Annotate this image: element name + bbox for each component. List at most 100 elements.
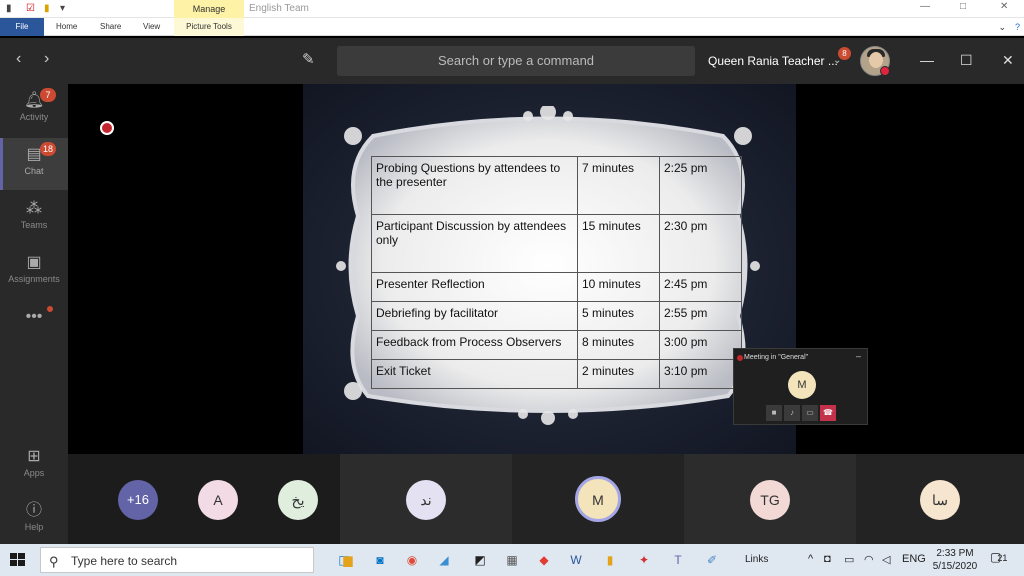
acrobat-icon[interactable]: ✦ [634,550,654,570]
rail-item-chat[interactable]: ▤ Chat 18 [0,138,68,190]
notes-icon[interactable]: ◩ [470,550,490,570]
activity-cell: Feedback from Process Observers [371,330,578,360]
meeting-mini-window[interactable]: Meeting in "General" – M ■ ♪ ▭ ☎ [733,348,868,425]
participant-avatar[interactable]: A [198,480,238,520]
chat-badge: 18 [40,142,57,156]
app-tray-icon[interactable]: ◘ [824,553,831,565]
app-rail: 🔔︎ Activity 7 ▤ Chat 18 ⁂ Teams ▣ Assign… [0,84,68,544]
activity-cell: Debriefing by facilitator [371,301,578,331]
minimize-icon[interactable]: — [920,52,934,68]
teams-icon[interactable]: T [668,550,688,570]
maximize-icon[interactable]: □ [960,1,966,12]
notifications-icon[interactable]: ▢21 [990,550,1007,564]
help-question-icon[interactable]: ? [1015,22,1020,32]
clock-date: 5/15/2020 [932,561,978,572]
customize-quick-access-icon[interactable]: ▾ [60,3,65,14]
camera-icon[interactable]: ■ [766,405,782,421]
participant-strip: +16 A يخ ند M TG سا [68,454,1024,544]
share-screen-icon[interactable]: ▭ [802,405,818,421]
rail-label: Help [24,522,44,532]
org-notification-badge: 8 [838,47,851,60]
battery-icon[interactable]: ▭ [844,553,854,566]
clock-time: 2:33 PM [936,548,974,559]
search-input[interactable]: Search or type a command [337,46,695,76]
table-row: Probing Questions by attendees to the pr… [371,156,742,215]
activity-cell: Probing Questions by attendees to the pr… [371,156,578,215]
schedule-table: Probing Questions by attendees to the pr… [371,156,742,389]
tab-view[interactable]: View [143,22,160,31]
maximize-icon[interactable]: ☐ [960,52,973,69]
recording-icon [737,355,743,361]
rail-item-more[interactable]: ••• [0,300,68,330]
tab-share[interactable]: Share [100,22,121,31]
rail-label: Chat [24,166,44,176]
duration-cell: 2 minutes [577,359,660,389]
system-clock[interactable]: 2:33 PM 5/15/2020 [930,547,980,573]
more-participants-button[interactable]: +16 [118,480,158,520]
rail-item-activity[interactable]: 🔔︎ Activity 7 [0,84,68,136]
compose-icon[interactable]: ✎ [302,50,315,68]
properties-icon[interactable]: ☑ [26,3,35,14]
more-notification-dot [47,306,53,312]
rail-item-teams[interactable]: ⁂ Teams [0,192,68,244]
rail-item-assignments[interactable]: ▣ Assignments [0,246,68,298]
recording-icon [100,121,114,135]
outlook-icon[interactable]: ◙ [370,550,390,570]
links-toolbar[interactable]: Links [745,554,768,565]
rail-item-help[interactable]: ⓘ Help [0,494,68,546]
folder-icon[interactable]: ▮ [600,550,620,570]
app-icon[interactable]: ✐ [702,550,722,570]
participant-avatar[interactable]: يخ [278,480,318,520]
rail-item-apps[interactable]: ⊞ Apps [0,440,68,492]
input-language[interactable]: ENG [902,553,926,565]
avatar-face [869,52,883,68]
chevron-down-icon[interactable]: ⌄ [998,22,1006,33]
taskbar-search-input[interactable]: ⚲ Type here to search [40,547,314,573]
volume-icon[interactable]: ◁ [882,553,890,566]
chrome-icon[interactable]: ◉ [402,550,422,570]
manage-tab[interactable]: Manage [174,0,244,18]
apps-icon: ⊞ [27,448,41,465]
hang-up-icon[interactable]: ☎ [820,405,836,421]
participant-tile[interactable]: سا [856,454,1024,544]
participant-tile-group: +16 A يخ [68,454,340,544]
tab-picture-tools[interactable]: Picture Tools [174,18,244,36]
org-name[interactable]: Queen Rania Teacher ... [708,54,838,68]
wifi-icon[interactable]: ◠ [864,553,874,566]
minimize-icon[interactable]: — [920,1,930,12]
new-folder-icon[interactable]: ▮ [44,3,50,14]
app-icon[interactable]: ◢ [434,550,454,570]
tab-file[interactable]: File [0,18,44,36]
minimize-icon[interactable]: – [856,351,861,361]
close-icon[interactable]: ✕ [1000,1,1008,12]
activity-cell: Exit Ticket [371,359,578,389]
back-arrow-icon[interactable]: ‹ [16,50,21,68]
duration-cell: 7 minutes [577,156,660,215]
app-icon[interactable]: ◆ [534,550,554,570]
time-cell: 2:45 pm [659,272,742,302]
calculator-icon[interactable]: ▦ [502,550,522,570]
participant-tile[interactable]: ند [340,454,512,544]
duration-cell: 15 minutes [577,214,660,273]
activity-cell: Participant Discussion by attendees only [371,214,578,273]
chevron-up-icon[interactable]: ^ [808,553,813,565]
time-cell: 2:30 pm [659,214,742,273]
close-icon[interactable]: ✕ [1002,52,1014,69]
tab-home[interactable]: Home [56,22,77,31]
participant-tile-active-speaker[interactable]: M [512,454,684,544]
rail-label: Teams [20,220,48,230]
document-title: English Team [249,3,309,14]
office-ribbon-tabs: File Home Share View Picture Tools ⌄ ? [0,18,1024,36]
folder-icon[interactable]: ▮ [6,3,12,14]
avatar: M [788,371,816,399]
participant-avatar: سا [920,480,960,520]
windows-start-icon[interactable] [10,553,26,567]
file-explorer-icon[interactable]: ▆ [338,550,358,570]
notifications-count: 21 [997,553,1008,563]
microphone-icon[interactable]: ♪ [784,405,800,421]
activity-cell: Presenter Reflection [371,272,578,302]
participant-tile[interactable]: TG [684,454,856,544]
forward-arrow-icon[interactable]: › [44,50,49,68]
time-cell: 2:25 pm [659,156,742,215]
word-icon[interactable]: W [566,550,586,570]
